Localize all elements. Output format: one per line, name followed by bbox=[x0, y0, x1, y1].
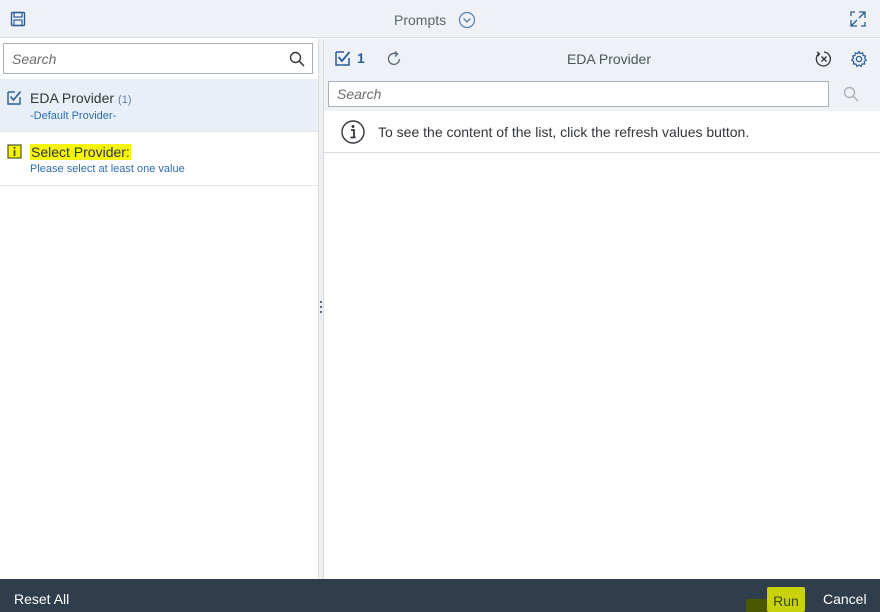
value-search-box bbox=[328, 81, 829, 107]
prompt-subtitle: Please select at least one value bbox=[30, 163, 185, 175]
run-button[interactable]: Run bbox=[767, 587, 805, 612]
info-square-icon bbox=[7, 144, 22, 159]
run-highlight-mark bbox=[746, 599, 768, 612]
prompt-value-count: (1) bbox=[118, 94, 132, 106]
prompt-item-select-provider[interactable]: Select Provider: Please select at least … bbox=[0, 132, 318, 186]
prompt-subtitle: -Default Provider- bbox=[30, 110, 117, 122]
value-pane-title: EDA Provider bbox=[566, 51, 652, 67]
gear-icon[interactable] bbox=[850, 50, 868, 68]
dialog-title-bar: Prompts bbox=[0, 0, 880, 38]
clear-filter-icon[interactable] bbox=[815, 50, 833, 68]
value-selection-pane: 1 EDA Provider To see the content of the… bbox=[324, 39, 880, 579]
info-message: To see the content of the list, click th… bbox=[378, 124, 750, 140]
checkbox-checked-icon bbox=[7, 90, 22, 105]
prompt-item-eda-provider[interactable]: EDA Provider (1) -Default Provider- bbox=[0, 79, 318, 132]
info-circle-icon bbox=[341, 120, 365, 144]
prompt-search-box bbox=[3, 43, 313, 74]
prompt-name: Select Provider: bbox=[30, 144, 131, 160]
value-search-bar bbox=[324, 79, 880, 111]
splitter-grip-icon[interactable] bbox=[320, 301, 322, 317]
search-icon[interactable] bbox=[843, 86, 861, 104]
chevron-down-circle-icon[interactable] bbox=[458, 11, 476, 29]
expand-icon[interactable] bbox=[849, 10, 867, 28]
value-search-input[interactable] bbox=[329, 82, 828, 106]
value-pane-header: 1 EDA Provider bbox=[324, 39, 880, 79]
prompt-search-input[interactable] bbox=[4, 44, 282, 73]
dialog-title: Prompts bbox=[394, 12, 447, 28]
dialog-footer: Reset All Run Cancel bbox=[0, 579, 880, 612]
prompt-list-pane: EDA Provider(1) -Default Provider- Selec… bbox=[0, 39, 318, 579]
search-icon[interactable] bbox=[282, 44, 312, 73]
info-message-row: To see the content of the list, click th… bbox=[324, 112, 880, 153]
cancel-button[interactable]: Cancel bbox=[823, 591, 867, 607]
save-icon[interactable] bbox=[10, 11, 26, 27]
reset-all-button[interactable]: Reset All bbox=[14, 591, 69, 607]
prompt-name: EDA Provider (1) bbox=[30, 90, 132, 106]
